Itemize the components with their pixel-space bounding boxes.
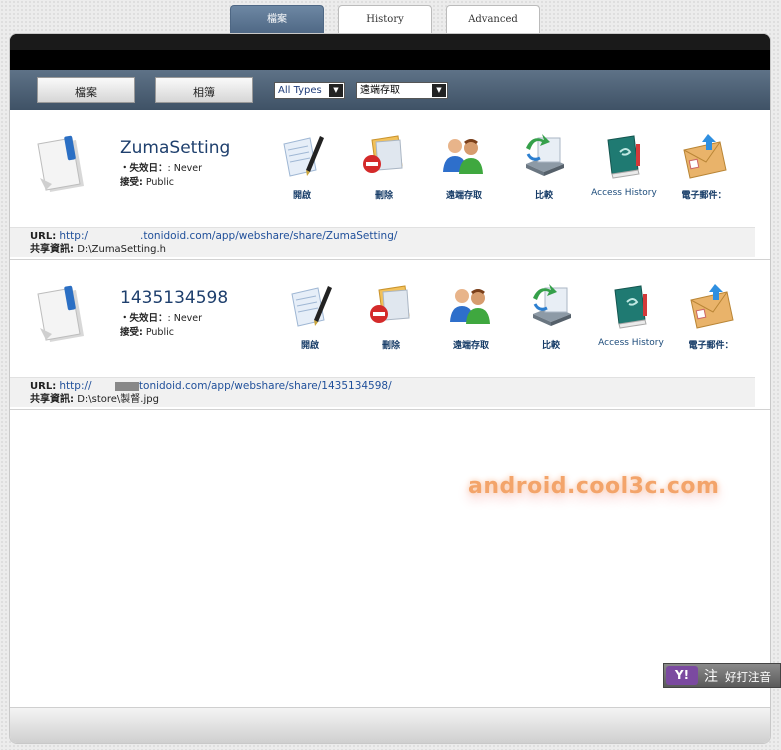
path-value: D:\ZumaSetting.h (77, 244, 167, 255)
access-filter-select[interactable]: 遠端存取 ▼ (356, 82, 448, 99)
delete-folder-icon (370, 285, 410, 323)
path-value: D:\store\製督.jpg (77, 394, 159, 405)
ime-name: 好打注音 (725, 670, 771, 684)
access-history-label: Access History (591, 188, 657, 198)
tab-history[interactable]: History (338, 5, 432, 34)
access-filter-value: 遠端存取 (360, 85, 400, 96)
chevron-down-icon[interactable]: ▼ (329, 84, 343, 97)
share-actions: 開啟 刪除 遠端存取 比較 Access History 電子郵件： (10, 280, 770, 360)
history-book-icon (614, 285, 647, 329)
remote-access-button[interactable]: 遠端存取 (433, 280, 509, 351)
url-rest: tonidoid.com/app/webshare/share/14351345… (138, 380, 392, 392)
sync-button[interactable]: 比較 (506, 130, 582, 201)
users-icon (443, 139, 483, 174)
open-label: 開啟 (300, 341, 319, 351)
access-history-button[interactable]: Access History (593, 280, 669, 348)
url-label: URL: (30, 381, 57, 392)
share-item: 1435134598 ・失效日：: Never 接受: Public 開啟 刪除… (10, 260, 770, 410)
open-document-icon (283, 136, 324, 177)
email-button[interactable]: 電子郵件： (666, 130, 742, 201)
albums-button[interactable]: 相簿 (155, 77, 253, 103)
remote-access-label: 遠端存取 (452, 341, 489, 351)
sync-label: 比較 (534, 191, 553, 201)
sync-icon (533, 284, 571, 326)
email-button[interactable]: 電子郵件： (673, 280, 749, 351)
delete-button[interactable]: 刪除 (346, 130, 422, 201)
tab-advanced[interactable]: Advanced (446, 5, 540, 34)
open-button[interactable]: 開啟 (272, 280, 348, 351)
share-item: ZumaSetting ・失效日：: Never 接受: Public 開啟 刪… (10, 110, 770, 260)
sync-icon (526, 134, 564, 176)
watermark-text: android.cool3c.com (468, 474, 720, 499)
type-filter-value: All Types (278, 85, 322, 96)
url-label: URL: (30, 231, 57, 242)
path-label: 共享資訊: (30, 394, 74, 405)
remote-access-label: 遠端存取 (445, 191, 482, 201)
share-url-link[interactable]: http:/ .tonidoid.com/app/webshare/share/Z… (59, 230, 397, 242)
email-envelope-icon (683, 134, 727, 179)
delete-label: 刪除 (374, 191, 393, 201)
sync-label: 比較 (541, 341, 560, 351)
main-panel: 檔案 相簿 All Types ▼ 遠端存取 ▼ ZumaSetting ・失效… (9, 33, 771, 744)
path-label: 共享資訊: (30, 244, 74, 255)
delete-button[interactable]: 刪除 (353, 280, 429, 351)
yahoo-logo-icon[interactable]: Y! (666, 666, 698, 685)
files-button[interactable]: 檔案 (37, 77, 135, 103)
url-prefix: http:/ (59, 230, 89, 242)
url-prefix: http:// (59, 380, 92, 392)
share-actions: 開啟 刪除 遠端存取 比較 Access History 電子郵件： (10, 130, 770, 210)
panel-header (10, 34, 770, 70)
chevron-down-icon[interactable]: ▼ (432, 84, 446, 97)
open-document-icon (291, 286, 332, 327)
email-envelope-icon (690, 284, 734, 329)
type-filter-select[interactable]: All Types ▼ (274, 82, 345, 99)
history-book-icon (607, 135, 640, 179)
share-info-bar: URL: http:/ .tonidoid.com/app/webshare/sh… (10, 227, 755, 257)
toolbar: 檔案 相簿 All Types ▼ 遠端存取 ▼ (10, 70, 770, 110)
delete-folder-icon (363, 135, 403, 173)
email-label: 電子郵件： (681, 191, 727, 201)
sync-button[interactable]: 比較 (513, 280, 589, 351)
open-button[interactable]: 開啟 (264, 130, 340, 201)
users-icon (450, 289, 490, 324)
tab-files[interactable]: 檔案 (230, 5, 324, 34)
email-label: 電子郵件： (688, 341, 734, 351)
open-label: 開啟 (292, 191, 311, 201)
share-url-link[interactable]: http:// tonidoid.com/app/webshare/share/… (59, 380, 391, 392)
access-history-label: Access History (598, 338, 664, 348)
url-redacted (114, 381, 139, 391)
ime-mode-indicator[interactable]: 注 (704, 666, 718, 686)
remote-access-button[interactable]: 遠端存取 (426, 130, 502, 201)
panel-footer (10, 707, 770, 743)
url-rest: .tonidoid.com/app/webshare/share/ZumaSet… (140, 230, 398, 242)
delete-label: 刪除 (381, 341, 400, 351)
access-history-button[interactable]: Access History (586, 130, 662, 198)
ime-toolbar[interactable]: Y! 注 好打注音 (663, 663, 781, 688)
share-info-bar: URL: http:// tonidoid.com/app/webshare/s… (10, 377, 755, 407)
